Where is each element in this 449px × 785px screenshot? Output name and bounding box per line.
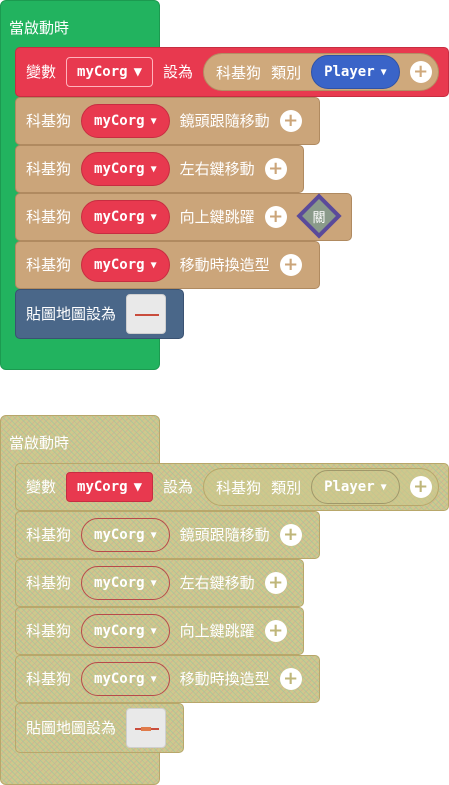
sprite-row-block-disabled[interactable]: 科基狗 myCorg ▼ 向上鍵跳躍 + <box>15 607 304 655</box>
caret-down-icon: ▼ <box>150 625 157 637</box>
sprite-var-dropdown[interactable]: myCorg ▼ <box>81 104 170 138</box>
sprite-var-dropdown[interactable]: myCorg ▼ <box>81 200 170 234</box>
kind-dropdown[interactable]: Player ▼ <box>311 470 400 504</box>
sprite-var-name: myCorg <box>94 671 145 687</box>
sprite-var-dropdown[interactable]: myCorg ▼ <box>81 152 170 186</box>
sprite-var-name: myCorg <box>94 161 145 177</box>
action-label: 鏡頭跟隨移動 <box>179 525 270 544</box>
plus-circle-icon[interactable]: + <box>409 476 432 498</box>
caret-down-icon: ▼ <box>150 673 157 685</box>
sprite-var-dropdown[interactable]: myCorg ▼ <box>81 566 170 600</box>
plus-circle-icon[interactable]: + <box>409 61 432 83</box>
kind-value: Player <box>324 64 375 80</box>
action-label: 左右鍵移動 <box>179 159 255 178</box>
plus-circle-icon[interactable]: + <box>279 668 302 690</box>
sprite-row-block[interactable]: 科基狗 myCorg ▼ 左右鍵移動 + <box>15 145 304 193</box>
action-label: 左右鍵移動 <box>179 573 255 592</box>
sprite-label: 科基狗 <box>216 63 262 82</box>
variable-label: 變數 <box>26 62 57 81</box>
sprite-row-block-disabled[interactable]: 科基狗 myCorg ▼ 鏡頭跟隨移動 + <box>15 511 320 559</box>
plus-circle-icon[interactable]: + <box>279 254 302 276</box>
variable-dropdown[interactable]: myCorg ▼ <box>66 57 154 87</box>
sprite-prefix-label: 科基狗 <box>26 255 72 274</box>
set-tilemap-label: 貼圖地圖設為 <box>26 304 117 323</box>
on-start-label: 當啟動時 <box>9 434 70 452</box>
variable-label: 變數 <box>26 477 57 496</box>
sprite-var-dropdown[interactable]: myCorg ▼ <box>81 614 170 648</box>
sprite-prefix-label: 科基狗 <box>26 159 72 178</box>
tilemap-thumbnail-icon[interactable] <box>126 294 167 334</box>
action-label: 向上鍵跳躍 <box>179 621 255 640</box>
sprite-var-name: myCorg <box>94 527 145 543</box>
kind-label: 類別 <box>271 63 302 82</box>
sprite-create-block[interactable]: 科基狗 類別 Player ▼ + <box>203 53 439 91</box>
plus-circle-icon[interactable]: + <box>264 572 287 594</box>
plus-circle-icon[interactable]: + <box>264 158 287 180</box>
caret-down-icon: ▼ <box>133 479 143 495</box>
sprite-create-block[interactable]: 科基狗 類別 Player ▼ + <box>203 468 439 506</box>
sprite-row-block-disabled[interactable]: 科基狗 myCorg ▼ 左右鍵移動 + <box>15 559 304 607</box>
kind-value: Player <box>324 479 375 495</box>
sprite-var-dropdown[interactable]: myCorg ▼ <box>81 248 170 282</box>
sprite-prefix-label: 科基狗 <box>26 621 72 640</box>
set-tilemap-block-disabled[interactable]: 貼圖地圖設為 <box>15 703 184 753</box>
toggle-off-block[interactable]: 關 <box>296 193 345 239</box>
set-tilemap-label: 貼圖地圖設為 <box>26 718 117 737</box>
on-start-label: 當啟動時 <box>9 19 70 37</box>
caret-down-icon: ▼ <box>150 163 157 175</box>
sprite-prefix-label: 科基狗 <box>26 573 72 592</box>
caret-down-icon: ▼ <box>150 259 157 271</box>
plus-circle-icon[interactable]: + <box>264 206 287 228</box>
sprite-var-dropdown[interactable]: myCorg ▼ <box>81 518 170 552</box>
variable-name: myCorg <box>77 479 128 495</box>
sprite-label: 科基狗 <box>216 478 262 497</box>
plus-circle-icon[interactable]: + <box>279 110 302 132</box>
sprite-var-name: myCorg <box>94 209 145 225</box>
sprite-prefix-label: 科基狗 <box>26 207 72 226</box>
caret-down-icon: ▼ <box>150 577 157 589</box>
kind-dropdown[interactable]: Player ▼ <box>311 55 400 89</box>
sprite-var-dropdown[interactable]: myCorg ▼ <box>81 662 170 696</box>
toggle-off-label: 關 <box>312 210 326 226</box>
sprite-var-name: myCorg <box>94 113 145 129</box>
caret-down-icon: ▼ <box>380 66 387 78</box>
caret-down-icon: ▼ <box>150 529 157 541</box>
kind-label: 類別 <box>271 478 302 497</box>
caret-down-icon: ▼ <box>150 211 157 223</box>
set-tilemap-block[interactable]: 貼圖地圖設為 <box>15 289 184 339</box>
sprite-var-name: myCorg <box>94 575 145 591</box>
action-label: 向上鍵跳躍 <box>179 207 255 226</box>
caret-down-icon: ▼ <box>150 115 157 127</box>
sprite-var-name: myCorg <box>94 623 145 639</box>
sprite-prefix-label: 科基狗 <box>26 525 72 544</box>
set-to-label: 設為 <box>163 62 194 81</box>
action-label: 移動時換造型 <box>179 255 270 274</box>
set-variable-block[interactable]: 變數 myCorg ▼ 設為 科基狗 類別 Player ▼ + <box>15 47 449 97</box>
caret-down-icon: ▼ <box>133 64 143 80</box>
action-label: 移動時換造型 <box>179 669 270 688</box>
tilemap-thumbnail-icon[interactable] <box>126 708 167 748</box>
caret-down-icon: ▼ <box>380 481 387 493</box>
sprite-row-block-disabled[interactable]: 科基狗 myCorg ▼ 移動時換造型 + <box>15 655 320 703</box>
plus-circle-icon[interactable]: + <box>279 524 302 546</box>
sprite-row-block[interactable]: 科基狗 myCorg ▼ 鏡頭跟隨移動 + <box>15 97 320 145</box>
sprite-prefix-label: 科基狗 <box>26 111 72 130</box>
set-variable-block-disabled[interactable]: 變數 myCorg ▼ 設為 科基狗 類別 Player ▼ + <box>15 463 449 511</box>
sprite-prefix-label: 科基狗 <box>26 669 72 688</box>
variable-dropdown[interactable]: myCorg ▼ <box>66 472 154 502</box>
action-label: 鏡頭跟隨移動 <box>179 111 270 130</box>
plus-circle-icon[interactable]: + <box>264 620 287 642</box>
sprite-var-name: myCorg <box>94 257 145 273</box>
variable-name: myCorg <box>77 64 128 80</box>
set-to-label: 設為 <box>163 477 194 496</box>
sprite-row-block[interactable]: 科基狗 myCorg ▼ 移動時換造型 + <box>15 241 320 289</box>
